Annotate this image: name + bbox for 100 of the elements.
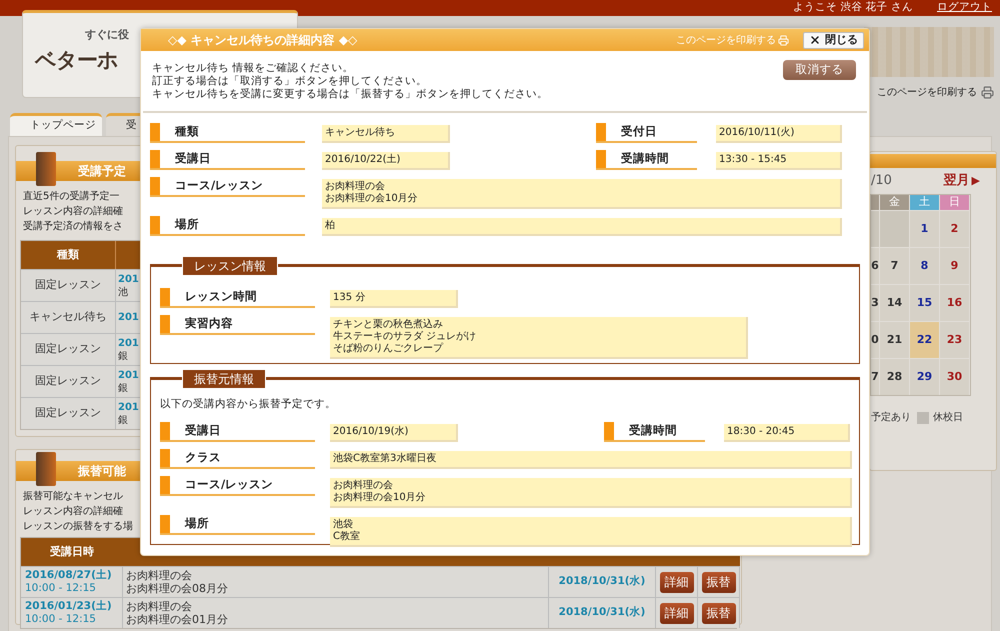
course-text: お肉料理の会: [126, 569, 192, 582]
panel-text: 受講予定済の情報をさ: [23, 220, 123, 234]
field-value: 池袋C教室第3水曜日夜: [330, 450, 852, 469]
logo-tagline: すぐに役: [85, 27, 129, 43]
calendar-day[interactable]: 16: [940, 285, 969, 321]
calendar-day[interactable]: 0: [871, 322, 879, 358]
panel-title: 振替可能: [78, 463, 126, 480]
field-label: クラス: [160, 448, 315, 469]
close-button[interactable]: 閉じる: [803, 32, 864, 48]
panel-text: 直近5件の受講予定一: [23, 190, 120, 204]
transfer-button[interactable]: 振替: [702, 602, 736, 624]
legend-label: 休校日: [933, 410, 963, 425]
field-value: 2016/10/11(火): [716, 125, 842, 143]
place-text: 銀: [118, 350, 128, 362]
field-label: 場所: [160, 514, 315, 535]
detail-button[interactable]: 詳細: [660, 572, 694, 592]
weekday-header: 土: [910, 195, 939, 210]
label-marker: [160, 514, 170, 533]
calendar-day[interactable]: 21: [880, 322, 909, 358]
panel-title: 受講予定: [78, 163, 126, 180]
calendar-day[interactable]: 8: [910, 248, 939, 284]
calendar-day[interactable]: 9: [940, 248, 969, 284]
calendar-day[interactable]: 3: [871, 285, 879, 321]
label-marker: [596, 123, 606, 141]
cancel-button[interactable]: 取消する: [783, 60, 856, 80]
table-cell: 固定レッスン: [21, 269, 116, 301]
place-text: 銀: [118, 414, 128, 426]
calendar-day[interactable]: 2: [940, 211, 969, 247]
label-marker: [160, 288, 170, 306]
panel-text: レッスン内容の詳細確: [23, 504, 123, 519]
close-icon: [809, 34, 821, 46]
calendar-day[interactable]: 14: [880, 285, 909, 321]
course-text: お肉料理の会08月分: [126, 582, 228, 595]
course-text: お肉料理の会01月分: [126, 613, 228, 626]
field-label: コース/レッスン: [150, 177, 305, 197]
label-marker: [160, 315, 170, 333]
next-arrow-icon: ▶: [972, 172, 980, 190]
field-label: レッスン時間: [160, 288, 315, 308]
book-icon: [36, 452, 56, 486]
transfer-button[interactable]: 振替: [702, 572, 736, 592]
field-value: 13:30 - 15:45: [716, 152, 842, 170]
label-marker: [160, 476, 170, 494]
field-value: お肉料理の会 お肉料理の会10月分: [330, 478, 852, 508]
book-icon: [36, 152, 56, 186]
label-marker: [160, 448, 170, 467]
field-value: キャンセル待ち: [322, 125, 450, 143]
table-cell: 固定レッスン: [21, 365, 116, 397]
calendar-day[interactable]: 7: [880, 248, 909, 284]
field-label: 受講日: [160, 422, 315, 442]
panel-text: レッスンの振替をする場: [23, 520, 133, 534]
field-label: 場所: [150, 216, 305, 236]
calendar-day[interactable]: 6: [871, 248, 879, 284]
calendar-day[interactable]: 29: [910, 359, 939, 395]
column-header: 受講日時: [21, 538, 123, 566]
printer-icon: [981, 86, 994, 99]
deadline-date: 2018/10/31(水): [558, 605, 646, 620]
field-label: 実習内容: [160, 315, 315, 335]
logout-link[interactable]: ログアウト: [937, 0, 992, 16]
field-value: 2016/10/19(水): [330, 424, 458, 442]
next-month-link[interactable]: 翌月▶: [944, 171, 980, 191]
weekday-header: 日: [940, 195, 969, 210]
calendar-day[interactable]: 23: [940, 322, 969, 358]
detail-button[interactable]: 詳細: [660, 602, 694, 624]
calendar-month: /10: [871, 172, 892, 190]
deadline-date: 2018/10/31(水): [558, 574, 646, 590]
panel-text: 振替可能なキャンセル: [23, 490, 123, 504]
nav-tab[interactable]: トップページ: [10, 113, 102, 136]
field-label: 受講時間: [596, 150, 697, 170]
logo-text: ベターホ: [35, 46, 118, 74]
intro-text: キャンセル待ちを受講に変更する場合は「振替する」ボタンを押してください。: [152, 88, 548, 101]
field-value: 135 分: [330, 290, 458, 308]
legend-label: 予定あり: [871, 410, 911, 425]
print-page-link[interactable]: このページを印刷する: [877, 85, 994, 100]
weekday-header: 金: [880, 195, 909, 210]
lesson-time: 10:00 - 12:15: [25, 582, 97, 595]
calendar-day[interactable]: 30: [940, 359, 969, 395]
calendar-day[interactable]: 7: [871, 359, 879, 395]
calendar-day[interactable]: 22: [910, 322, 939, 358]
printer-icon: [778, 34, 789, 46]
field-label: 受講日: [150, 150, 305, 170]
section-title: レッスン情報: [182, 256, 278, 276]
intro-text: 訂正する場合は「取消する」ボタンを押してください。: [152, 75, 428, 88]
dialog-title: ◇◆ キャンセル待ちの詳細内容 ◆◇: [168, 32, 358, 49]
lesson-time: 10:00 - 12:15: [25, 613, 97, 626]
label-marker: [160, 422, 170, 440]
section-note: 以下の受講内容から振替予定です。: [160, 397, 337, 412]
field-value: お肉料理の会 お肉料理の会10月分: [322, 179, 842, 209]
table-cell: 固定レッスン: [21, 333, 116, 365]
calendar-day[interactable]: 1: [910, 211, 939, 247]
place-text: 銀: [118, 382, 128, 394]
table-cell: キャンセル待ち: [21, 301, 116, 333]
calendar-day[interactable]: 15: [910, 285, 939, 321]
field-value: 柏: [322, 218, 842, 236]
place-text: 池: [118, 286, 128, 298]
section-title: 振替元情報: [182, 369, 266, 389]
field-value: チキンと栗の秋色煮込み 牛ステーキのサラダ ジュレがけ そば粉のりんごクレープ: [330, 317, 748, 359]
label-marker: [150, 177, 160, 195]
intro-text: キャンセル待ち 情報をご確認ください。: [152, 62, 354, 75]
table-cell: 固定レッスン: [21, 397, 116, 429]
calendar-day[interactable]: 28: [880, 359, 909, 395]
